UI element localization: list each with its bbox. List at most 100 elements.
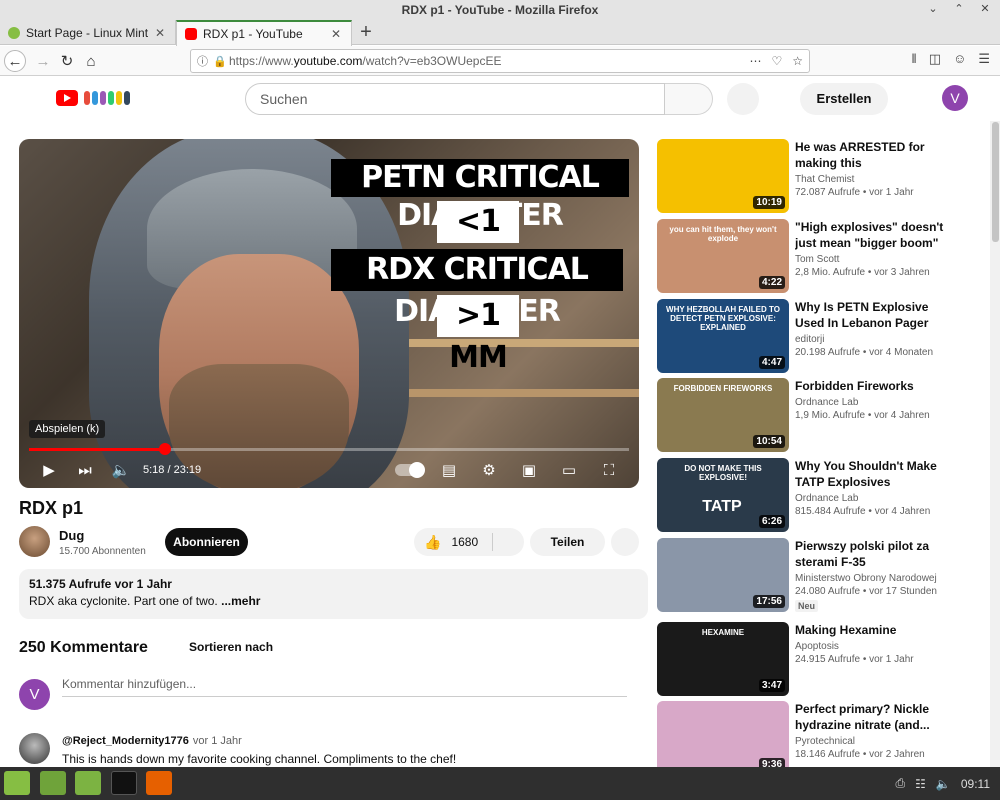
related-video-channel[interactable]: editorji xyxy=(795,334,955,345)
search-button[interactable] xyxy=(665,83,713,115)
avatar[interactable]: V xyxy=(942,85,968,111)
create-button[interactable]: Erstellen xyxy=(800,83,888,115)
related-video-title[interactable]: Why Is PETN Explosive Used In Lebanon Pa… xyxy=(795,299,955,331)
like-button[interactable]: 👍 1680 xyxy=(414,528,524,556)
show-desktop-icon[interactable] xyxy=(40,771,66,795)
sort-comments-button[interactable]: Sortieren nach xyxy=(189,640,273,654)
settings-gear-icon[interactable]: ⚙ xyxy=(471,458,507,482)
account-icon[interactable]: ☺ xyxy=(953,51,966,67)
related-video-item[interactable]: 10:19 He was ARRESTED for making this Th… xyxy=(657,139,987,215)
youtube-doodle-logo[interactable] xyxy=(84,89,130,107)
video-player[interactable]: PETN CRITICAL DIAMETER <1 MM RDX CRITICA… xyxy=(19,139,639,488)
related-video-channel[interactable]: Ordnance Lab xyxy=(795,493,955,504)
related-video-title[interactable]: Perfect primary? Nickle hydrazine nitrat… xyxy=(795,701,955,733)
home-icon[interactable]: ⌂ xyxy=(80,50,102,72)
related-video-item[interactable]: FORBIDDEN FIREWORKS 10:54 Forbidden Fire… xyxy=(657,378,987,454)
subtitles-icon[interactable]: ▤ xyxy=(431,458,467,482)
related-video-channel[interactable]: Ordnance Lab xyxy=(795,397,955,408)
tab-youtube[interactable]: RDX p1 - YouTube ✕ xyxy=(176,20,352,46)
url-bar[interactable]: ⓘ 🔒 https://www.youtube.com/watch?v=eb3O… xyxy=(190,49,810,73)
related-video-channel[interactable]: Tom Scott xyxy=(795,254,955,265)
tab-close-icon[interactable]: ✕ xyxy=(153,26,167,40)
related-video-title[interactable]: Pierwszy polski pilot za sterami F-35 xyxy=(795,538,955,570)
url-text[interactable]: https://www.youtube.com/watch?v=eb3OWUep… xyxy=(229,54,749,68)
related-video-channel[interactable]: That Chemist xyxy=(795,174,955,185)
network-icon[interactable]: ☷ xyxy=(915,777,926,791)
video-thumbnail[interactable]: FORBIDDEN FIREWORKS 10:54 xyxy=(657,378,789,452)
library-icon[interactable]: ‖ xyxy=(911,51,916,67)
maximize-icon[interactable]: ⌃ xyxy=(952,2,966,16)
comment-input[interactable]: Kommentar hinzufügen... xyxy=(62,677,627,697)
related-video-channel[interactable]: Ministerstwo Obrony Narodowej xyxy=(795,573,955,584)
related-video-channel[interactable]: Pyrotechnical xyxy=(795,736,955,747)
related-video-title[interactable]: Making Hexamine xyxy=(795,622,955,638)
window-title: RDX p1 - YouTube - Mozilla Firefox xyxy=(401,3,599,17)
video-thumbnail[interactable]: 17:56 xyxy=(657,538,789,612)
menu-icon[interactable]: ☰ xyxy=(978,51,990,67)
video-thumbnail[interactable]: 9:36 xyxy=(657,701,789,775)
related-video-title[interactable]: "High explosives" doesn't just mean "big… xyxy=(795,219,955,251)
fullscreen-icon[interactable]: ⛶ xyxy=(591,458,627,482)
miniplayer-icon[interactable]: ▣ xyxy=(511,458,547,482)
progress-bar[interactable] xyxy=(29,443,629,455)
next-icon[interactable]: ⏭ xyxy=(67,458,103,482)
video-thumbnail[interactable]: HEXAMINE 3:47 xyxy=(657,622,789,696)
bookmark-star-icon[interactable]: ☆ xyxy=(792,54,803,68)
video-thumbnail[interactable]: 10:19 xyxy=(657,139,789,213)
related-video-item[interactable]: 17:56 Pierwszy polski pilot za sterami F… xyxy=(657,538,987,614)
printer-icon[interactable]: ⎙ xyxy=(896,776,906,791)
lock-icon[interactable]: 🔒 xyxy=(213,55,229,68)
firefox-icon[interactable] xyxy=(146,771,172,795)
close-icon[interactable]: ✕ xyxy=(978,2,992,16)
channel-name[interactable]: Dug xyxy=(59,528,84,543)
pocket-icon[interactable]: ♡ xyxy=(771,54,782,68)
comment-author: @Reject_Modernity1776 vor 1 Jahr xyxy=(62,735,242,747)
related-video-item[interactable]: 9:36 Perfect primary? Nickle hydrazine n… xyxy=(657,701,987,777)
play-icon[interactable]: ▶ xyxy=(31,458,67,482)
related-video-item[interactable]: DO NOT MAKE THIS EXPLOSIVE! TATP 6:26 Why… xyxy=(657,458,987,534)
theater-mode-icon[interactable]: ▭ xyxy=(551,458,587,482)
more-actions-button[interactable] xyxy=(611,528,639,556)
tab-bar: Start Page - Linux Mint ✕ RDX p1 - YouTu… xyxy=(0,20,1000,46)
related-video-title[interactable]: He was ARRESTED for making this xyxy=(795,139,955,171)
minimize-icon[interactable]: ⌄ xyxy=(926,2,940,16)
related-video-item[interactable]: HEXAMINE 3:47 Making Hexamine Apoptosis … xyxy=(657,622,987,698)
related-video-title[interactable]: Forbidden Fireworks xyxy=(795,378,955,394)
files-icon[interactable] xyxy=(75,771,101,795)
mint-menu-icon[interactable] xyxy=(4,771,30,795)
related-video-item[interactable]: WHY HEZBOLLAH FAILED TO DETECT PETN EXPL… xyxy=(657,299,987,375)
subscribe-button[interactable]: Abonnieren xyxy=(165,528,248,556)
terminal-icon[interactable] xyxy=(111,771,137,795)
related-video-title[interactable]: Why You Shouldn't Make TATP Explosives xyxy=(795,458,955,490)
tab-start-page[interactable]: Start Page - Linux Mint ✕ xyxy=(0,20,176,45)
page-actions-icon[interactable]: ⋯ xyxy=(749,54,761,68)
related-video-item[interactable]: you can hit them, they won't explode 4:2… xyxy=(657,219,987,295)
video-thumbnail[interactable]: WHY HEZBOLLAH FAILED TO DETECT PETN EXPL… xyxy=(657,299,789,373)
video-thumbnail[interactable]: DO NOT MAKE THIS EXPLOSIVE! TATP 6:26 xyxy=(657,458,789,532)
autoplay-toggle[interactable] xyxy=(391,458,427,482)
volume-tray-icon[interactable]: 🔈 xyxy=(936,777,951,791)
progress-fill xyxy=(29,448,166,451)
tab-close-icon[interactable]: ✕ xyxy=(329,27,343,41)
scrollbar-thumb[interactable] xyxy=(992,122,999,242)
reload-icon[interactable]: ↻ xyxy=(56,50,78,72)
related-video-channel[interactable]: Apoptosis xyxy=(795,641,955,652)
video-thumbnail[interactable]: you can hit them, they won't explode 4:2… xyxy=(657,219,789,293)
share-button[interactable]: Teilen xyxy=(530,528,605,556)
youtube-header: Suchen Erstellen V xyxy=(0,77,1000,121)
sidebar-icon[interactable]: ◫ xyxy=(929,51,941,67)
channel-avatar[interactable] xyxy=(19,526,50,557)
related-video-stats: 20.198 Aufrufe • vor 4 Monaten xyxy=(795,347,934,358)
volume-icon[interactable]: 🔈 xyxy=(103,458,139,482)
info-icon[interactable]: ⓘ xyxy=(197,53,213,69)
commenter-avatar[interactable] xyxy=(19,733,50,764)
search-input[interactable]: Suchen xyxy=(245,83,665,115)
description-box[interactable]: 51.375 Aufrufe vor 1 Jahr RDX aka cyclon… xyxy=(19,569,648,619)
thumbnail-text: you can hit them, they won't explode xyxy=(669,225,777,243)
description-more-link[interactable]: ...mehr xyxy=(221,594,260,608)
back-icon[interactable]: ← xyxy=(4,50,26,72)
new-tab-icon[interactable]: + xyxy=(356,21,376,43)
voice-search-button[interactable] xyxy=(727,83,759,115)
youtube-logo-icon[interactable] xyxy=(56,90,78,106)
forward-icon[interactable]: → xyxy=(32,50,54,72)
